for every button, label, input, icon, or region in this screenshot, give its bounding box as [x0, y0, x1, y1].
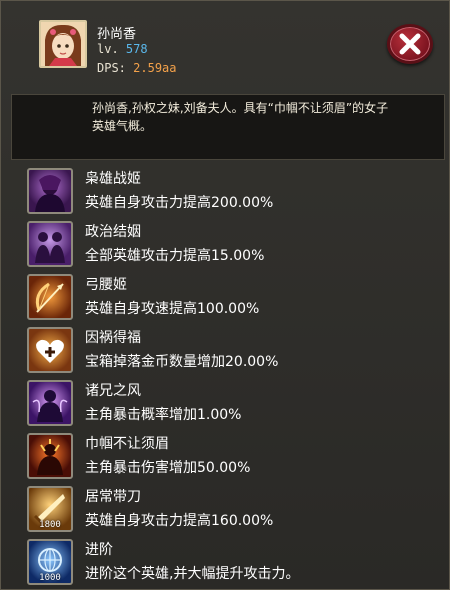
close-button[interactable] — [387, 24, 433, 64]
skill-description: 全部英雄攻击力提高15.00% — [85, 248, 265, 264]
skill-icon-cost: 1800 — [39, 520, 61, 530]
skill-row[interactable]: 1000 进阶 进阶这个英雄,并大幅提升攻击力。 — [1, 537, 450, 587]
skill-description: 宝箱掉落金币数量增加20.00% — [85, 354, 279, 370]
skill-name: 政治结姻 — [85, 224, 141, 240]
dark-warrior-woman-icon — [27, 168, 73, 214]
bow-arrow-icon — [27, 274, 73, 320]
skill-description: 英雄自身攻击力提高160.00% — [85, 513, 274, 529]
upgrade-globe-icon: 1000 — [27, 539, 73, 585]
skill-icon-cost: 1000 — [39, 573, 61, 583]
hero-name: 孙尚香 — [97, 27, 137, 42]
skill-row[interactable]: 1800 居常带刀 英雄自身攻击力提高160.00% — [1, 484, 450, 534]
skill-name: 巾帼不让须眉 — [85, 436, 169, 452]
dps-label: DPS: — [97, 61, 126, 75]
hero-header: 孙尚香 lv. 578 DPS: 2.59aa — [1, 1, 450, 93]
skill-name: 居常带刀 — [85, 489, 141, 505]
skill-description: 主角暴击概率增加1.00% — [85, 407, 242, 423]
hero-avatar — [39, 20, 87, 68]
hero-dps: DPS: 2.59aa — [97, 61, 177, 75]
hero-level: lv. 578 — [97, 42, 148, 56]
golden-blade-icon: 1800 — [27, 486, 73, 532]
skill-description: 进阶这个英雄,并大幅提升攻击力。 — [85, 566, 300, 582]
skill-row[interactable]: 政治结姻 全部英雄攻击力提高15.00% — [1, 219, 450, 269]
heart-plus-icon — [27, 327, 73, 373]
skill-description: 英雄自身攻速提高100.00% — [85, 301, 260, 317]
purple-aura-figure-icon — [27, 380, 73, 426]
dps-value: 2.59aa — [133, 61, 177, 75]
skill-description: 主角暴击伤害增加50.00% — [85, 460, 251, 476]
skill-description: 英雄自身攻击力提高200.00% — [85, 195, 274, 211]
level-label: lv. — [97, 42, 119, 56]
marriage-couple-icon — [27, 221, 73, 267]
skill-row[interactable]: 弓腰姬 英雄自身攻速提高100.00% — [1, 272, 450, 322]
close-icon — [399, 33, 421, 55]
skill-row[interactable]: 诸兄之风 主角暴击概率增加1.00% — [1, 378, 450, 428]
skill-name: 诸兄之风 — [85, 383, 141, 399]
skill-row[interactable]: 枭雄战姬 英雄自身攻击力提高200.00% — [1, 166, 450, 216]
skill-name: 弓腰姬 — [85, 277, 127, 293]
skill-row[interactable]: 巾帼不让须眉 主角暴击伤害增加50.00% — [1, 431, 450, 481]
hero-description: 孙尚香,孙权之妹,刘备夫人。具有“巾帼不让须眉”的女子英雄气概。 — [92, 101, 389, 133]
level-value: 578 — [125, 42, 148, 56]
hero-description-box: 孙尚香,孙权之妹,刘备夫人。具有“巾帼不让须眉”的女子英雄气概。 — [11, 94, 445, 160]
hero-portrait-icon — [41, 22, 85, 66]
skill-name: 进阶 — [85, 542, 113, 558]
skill-row[interactable]: 因祸得福 宝箱掉落金币数量增加20.00% — [1, 325, 450, 375]
skill-name: 因祸得福 — [85, 330, 141, 346]
fiery-figure-icon — [27, 433, 73, 479]
skill-name: 枭雄战姬 — [85, 171, 141, 187]
hero-info-panel: 孙尚香 lv. 578 DPS: 2.59aa 孙尚香,孙权之妹,刘备夫人。具有… — [0, 0, 450, 590]
